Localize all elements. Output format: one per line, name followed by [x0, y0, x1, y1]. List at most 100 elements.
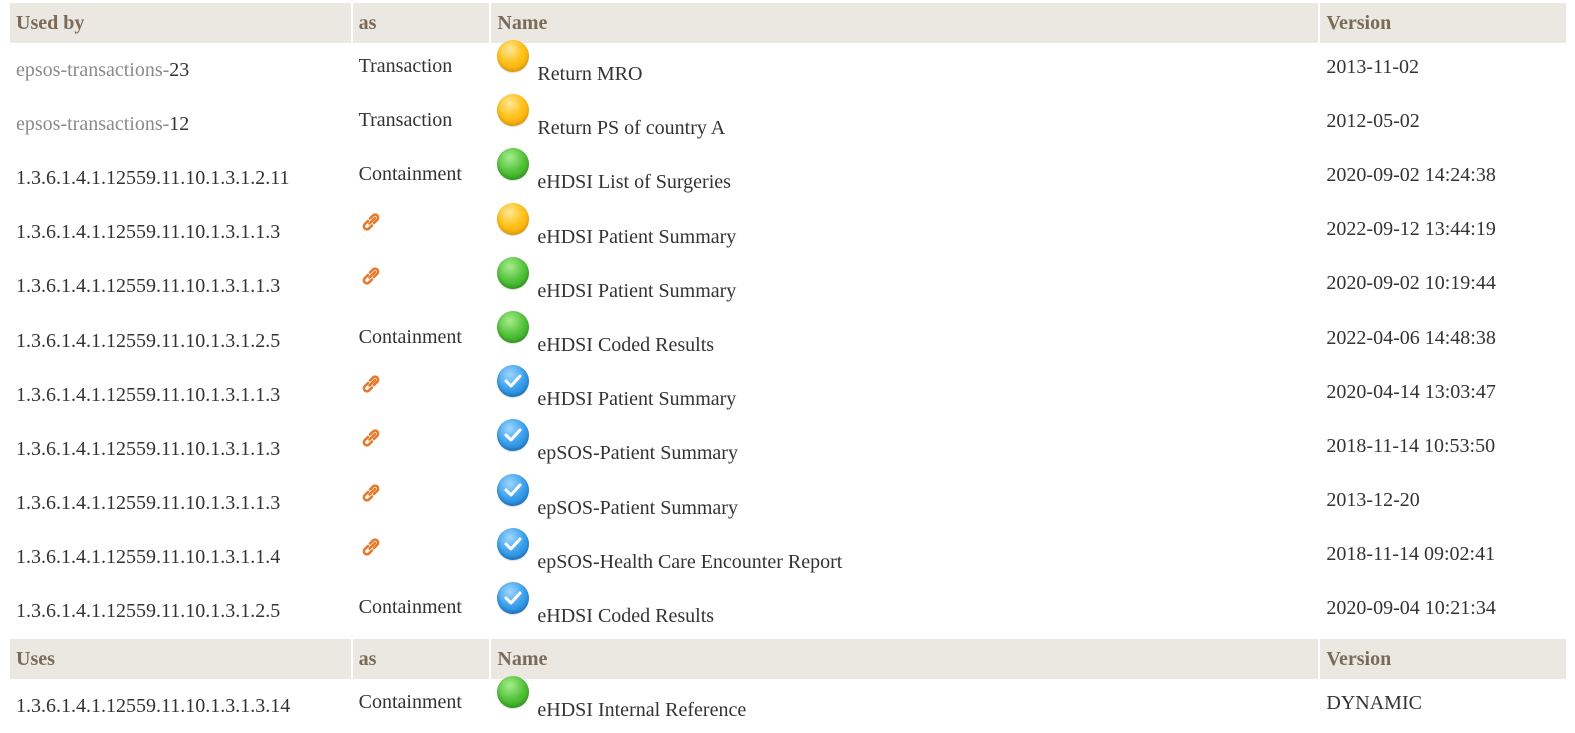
oid-link[interactable]: 1.3.6.1.4.1.12559.11.10.1.3.1.1.3 [16, 492, 280, 514]
relationship-label: Containment [358, 162, 462, 185]
status-active-icon [497, 311, 530, 344]
name-wrap: epSOS-Health Care Encounter Report [497, 527, 842, 572]
version-cell: 2020-09-04 10:21:34 [1320, 585, 1566, 639]
relationship-cell [353, 422, 490, 476]
relationship-cell: Containment [353, 679, 490, 733]
relationship-cell: Transaction [353, 97, 490, 151]
oid-cell[interactable]: 1.3.6.1.4.1.12559.11.10.1.3.1.1.3 [10, 206, 351, 260]
table-row: 1.3.6.1.4.1.12559.11.10.1.3.1.1.3 epSOS-P… [10, 419, 1566, 476]
name-wrap: eHDSI Internal Reference [497, 676, 746, 720]
oid-link[interactable]: 1.3.6.1.4.1.12559.11.10.1.3.1.3.14 [16, 695, 290, 717]
template-name-link[interactable]: epSOS-Patient Summary [537, 443, 738, 463]
status-draft-icon [497, 202, 530, 235]
column-header-version: Version [1320, 3, 1566, 43]
template-name-link[interactable]: Return PS of country A [537, 118, 725, 138]
relationship-label: Transaction [358, 54, 453, 77]
uses-header-row: Uses as Name Version [10, 639, 1566, 680]
status-final-icon [497, 581, 530, 614]
template-name-link[interactable]: eHDSI Patient Summary [537, 389, 736, 409]
oid-cell[interactable]: 1.3.6.1.4.1.12559.11.10.1.3.1.1.3 [10, 368, 351, 422]
relationship-label: Containment [358, 596, 462, 619]
oid-cell[interactable]: epsos-transactions-23 [10, 43, 351, 97]
relationship-cell [353, 260, 490, 314]
status-active-icon [497, 148, 530, 181]
template-name-link[interactable]: eHDSI Coded Results [537, 335, 714, 355]
name-wrap: epSOS-Patient Summary [497, 419, 738, 463]
link-icon[interactable] [359, 264, 383, 288]
oid-link[interactable]: 1.3.6.1.4.1.12559.11.10.1.3.1.1.3 [16, 384, 280, 406]
oid-cell[interactable]: 1.3.6.1.4.1.12559.11.10.1.3.1.2.11 [10, 151, 351, 205]
oid-cell[interactable]: 1.3.6.1.4.1.12559.11.10.1.3.1.1.4 [10, 531, 351, 585]
version-label: 2018-11-14 09:02:41 [1326, 543, 1496, 566]
table-row: epsos-transactions-12 Transaction Return P… [10, 94, 1566, 151]
name-wrap: eHDSI Patient Summary [497, 365, 736, 409]
relationship-cell [353, 368, 490, 422]
name-cell: eHDSI Coded Results [491, 581, 1318, 639]
status-draft-icon [497, 40, 530, 73]
table-row: 1.3.6.1.4.1.12559.11.10.1.3.1.1.3 eHDSI P… [10, 365, 1566, 422]
name-cell: eHDSI List of Surgeries [491, 148, 1318, 205]
template-name-link[interactable]: eHDSI Patient Summary [537, 227, 736, 247]
version-cell: 2020-09-02 14:24:38 [1320, 151, 1566, 205]
template-name-link[interactable]: Return MRO [537, 64, 642, 84]
oid-link[interactable]: 1.3.6.1.4.1.12559.11.10.1.3.1.1.4 [16, 546, 280, 568]
version-cell: 2018-11-14 10:53:50 [1320, 422, 1566, 476]
column-header-oid: Uses [10, 639, 351, 680]
relationship-cell [353, 206, 490, 260]
name-cell: eHDSI Patient Summary [491, 365, 1318, 422]
template-name-link[interactable]: epSOS-Patient Summary [537, 498, 738, 518]
table-row: 1.3.6.1.4.1.12559.11.10.1.3.1.1.3 eHDSI P… [10, 202, 1566, 260]
oid-link[interactable]: 1.3.6.1.4.1.12559.11.10.1.3.1.2.11 [16, 167, 290, 189]
oid-link[interactable]: 1.3.6.1.4.1.12559.11.10.1.3.1.1.3 [16, 275, 280, 297]
name-wrap: Return MRO [497, 40, 642, 84]
name-cell: Return PS of country A [491, 94, 1318, 151]
oid-cell[interactable]: 1.3.6.1.4.1.12559.11.10.1.3.1.2.5 [10, 314, 351, 368]
version-cell: 2013-11-02 [1320, 43, 1566, 97]
oid-cell[interactable]: 1.3.6.1.4.1.12559.11.10.1.3.1.1.3 [10, 260, 351, 314]
name-cell: eHDSI Patient Summary [491, 202, 1318, 260]
oid-link[interactable]: 12 [169, 113, 189, 135]
table-row: 1.3.6.1.4.1.12559.11.10.1.3.1.3.14 Contai… [10, 676, 1566, 733]
relationship-cell [353, 477, 490, 531]
template-name-link[interactable]: eHDSI Patient Summary [537, 281, 736, 301]
oid-link[interactable]: 1.3.6.1.4.1.12559.11.10.1.3.1.1.3 [16, 438, 280, 460]
status-final-icon [497, 365, 530, 398]
oid-link[interactable]: 1.3.6.1.4.1.12559.11.10.1.3.1.2.5 [16, 600, 280, 622]
oid-prefix: epsos-transactions- [16, 112, 170, 135]
oid-cell[interactable]: 1.3.6.1.4.1.12559.11.10.1.3.1.1.3 [10, 477, 351, 531]
version-label: 2020-09-02 14:24:38 [1326, 163, 1496, 186]
version-label: DYNAMIC [1326, 691, 1422, 714]
template-name-link[interactable]: epSOS-Health Care Encounter Report [537, 552, 842, 572]
link-icon[interactable] [359, 426, 383, 450]
oid-cell[interactable]: 1.3.6.1.4.1.12559.11.10.1.3.1.3.14 [10, 679, 351, 733]
version-label: 2020-09-02 10:19:44 [1326, 272, 1496, 295]
relationship-label: Transaction [358, 108, 453, 131]
oid-link[interactable]: 1.3.6.1.4.1.12559.11.10.1.3.1.2.5 [16, 330, 280, 352]
column-header-as: as [352, 3, 490, 43]
oid-link[interactable]: 1.3.6.1.4.1.12559.11.10.1.3.1.1.3 [16, 221, 280, 243]
oid-cell[interactable]: 1.3.6.1.4.1.12559.11.10.1.3.1.2.5 [10, 585, 351, 639]
table-row: 1.3.6.1.4.1.12559.11.10.1.3.1.1.3 eHDSI P… [10, 256, 1566, 314]
oid-cell[interactable]: 1.3.6.1.4.1.12559.11.10.1.3.1.1.3 [10, 422, 351, 476]
oid-link[interactable]: 23 [169, 59, 189, 81]
oid-prefix: epsos-transactions- [16, 58, 170, 81]
status-final-icon [497, 419, 530, 452]
status-active-icon [497, 256, 530, 289]
link-icon[interactable] [359, 210, 383, 234]
version-label: 2013-11-02 [1326, 55, 1419, 78]
link-icon[interactable] [359, 535, 383, 559]
link-icon[interactable] [359, 372, 383, 396]
name-wrap: eHDSI List of Surgeries [497, 148, 731, 192]
version-cell: 2013-12-20 [1320, 477, 1566, 531]
template-name-link[interactable]: eHDSI Coded Results [537, 606, 714, 626]
status-draft-icon [497, 94, 530, 127]
version-label: 2013-12-20 [1326, 489, 1420, 512]
template-name-link[interactable]: eHDSI List of Surgeries [537, 172, 731, 192]
relationship-cell: Transaction [353, 43, 490, 97]
status-active-icon [497, 676, 530, 709]
name-wrap: eHDSI Coded Results [497, 581, 714, 626]
link-icon[interactable] [359, 481, 383, 505]
oid-cell[interactable]: epsos-transactions-12 [10, 97, 351, 151]
name-cell: eHDSI Coded Results [491, 311, 1318, 368]
template-name-link[interactable]: eHDSI Internal Reference [537, 700, 746, 720]
